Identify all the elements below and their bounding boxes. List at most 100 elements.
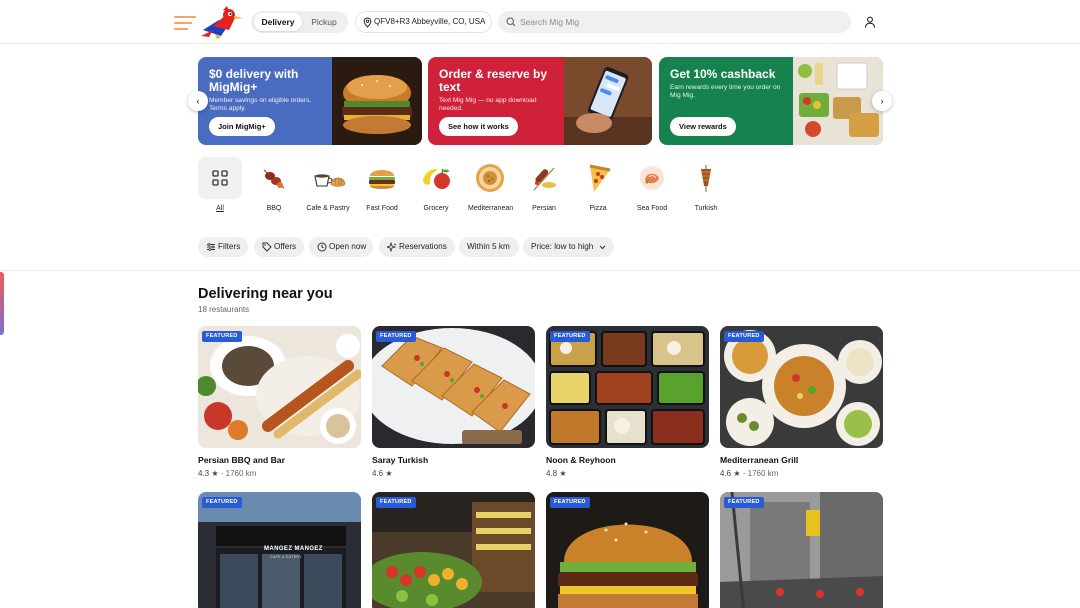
- section-divider: [0, 270, 1080, 271]
- category-bbq[interactable]: BBQ: [252, 157, 296, 213]
- mediterranean-icon: [476, 164, 504, 192]
- rating-value: 4.6: [372, 469, 384, 478]
- grocery-icon: [423, 168, 450, 189]
- featured-badge: FEATURED: [550, 497, 590, 508]
- carousel-next-button[interactable]: ›: [872, 91, 892, 111]
- open-now-chip[interactable]: Open now: [309, 237, 373, 257]
- category-mediterranean[interactable]: Mediterranean: [468, 157, 514, 213]
- restaurant-meta: 4.3 ★ · 1760 km: [198, 469, 257, 478]
- storefront-subsign: CAFE & EATERY: [270, 555, 302, 559]
- category-label: Sea Food: [636, 205, 668, 212]
- reservations-chip[interactable]: Reservations: [379, 237, 455, 257]
- search-icon: [506, 17, 516, 27]
- clock-icon: [317, 242, 327, 252]
- restaurant-name: Persian BBQ and Bar: [198, 455, 285, 465]
- restaurant-name: Saray Turkish: [372, 455, 429, 465]
- bbq-icon: [263, 169, 285, 189]
- cafe-icon: [314, 174, 346, 187]
- banner-text: Earn rewards every time you order on Mig…: [670, 84, 781, 99]
- category-label: Turkish: [694, 205, 718, 212]
- distance: 1760 km: [225, 469, 257, 478]
- user-account-icon[interactable]: [864, 16, 876, 28]
- restaurant-card[interactable]: FEATURED Saray Turkish 4.6 ★: [372, 326, 535, 478]
- chip-label: Reservations: [399, 242, 447, 251]
- banner-title: Get 10% cashback: [670, 67, 776, 81]
- category-pizza[interactable]: Pizza: [576, 157, 620, 213]
- restaurant-photo: [372, 492, 535, 608]
- restaurant-count: 18 restaurants: [198, 305, 250, 314]
- chip-label: Open now: [329, 242, 367, 251]
- star-icon: ★: [559, 469, 567, 478]
- banner-text: Member savings on eligible orders. Terms…: [209, 97, 312, 112]
- menu-icon[interactable]: [174, 16, 196, 30]
- delivery-tab[interactable]: Delivery: [254, 13, 302, 31]
- restaurant-card[interactable]: FEATURED: [546, 492, 709, 608]
- restaurant-card[interactable]: FEATURED Persian BBQ and Bar 4.3 ★ · 176…: [198, 326, 361, 478]
- woodpecker-logo[interactable]: [199, 6, 243, 40]
- chip-label: Price: low to high: [531, 242, 594, 251]
- kebab-icon: [533, 167, 556, 191]
- restaurant-meta: 4.8 ★: [546, 469, 709, 478]
- restaurant-photo: [546, 326, 709, 448]
- category-sea-food[interactable]: Sea Food: [630, 157, 674, 213]
- rating-value: 4.8: [546, 469, 558, 478]
- category-turkish[interactable]: Turkish: [684, 157, 728, 213]
- section-title: Delivering near you: [198, 286, 333, 302]
- category-persian[interactable]: Persian: [522, 157, 566, 213]
- restaurant-card[interactable]: FEATURED MANGEZ MANGEZ CAFE & EATERY: [198, 492, 361, 608]
- category-grocery[interactable]: Grocery: [414, 157, 458, 213]
- banner-migmig-plus[interactable]: $0 delivery with MigMig+ Member savings …: [198, 57, 422, 145]
- restaurant-photo: [720, 492, 883, 608]
- featured-badge: FEATURED: [724, 497, 764, 508]
- burger-photo: [332, 57, 422, 145]
- banner-title: $0 delivery with MigMig+: [209, 67, 299, 94]
- banner-cashback[interactable]: Get 10% cashback Earn rewards every time…: [659, 57, 883, 145]
- restaurant-card[interactable]: FEATURED: [720, 492, 883, 608]
- category-label: BBQ: [266, 205, 282, 212]
- filters-chip[interactable]: Filters: [198, 237, 248, 257]
- featured-badge: FEATURED: [376, 497, 416, 508]
- category-cafe-pastry[interactable]: Cafe & Pastry: [306, 157, 350, 213]
- chevron-right-icon: ›: [880, 96, 884, 106]
- search-input[interactable]: [520, 14, 840, 30]
- carousel-prev-button[interactable]: ‹: [188, 91, 208, 111]
- category-label: All: [216, 205, 224, 212]
- view-rewards-button[interactable]: View rewards: [670, 117, 736, 136]
- search-bar: [498, 11, 851, 33]
- pickup-tab[interactable]: Pickup: [303, 13, 345, 31]
- category-label: Fast Food: [366, 205, 398, 212]
- address-text: QFV8+R3 Abbeyville, CO, USA: [374, 17, 486, 26]
- restaurant-card[interactable]: FEATURED Mediterranean Grill 4.6 ★ · 176…: [720, 326, 883, 478]
- see-how-it-works-button[interactable]: See how it works: [439, 117, 518, 136]
- chevron-down-icon: [599, 245, 606, 250]
- price-sort-chip[interactable]: Price: low to high: [523, 237, 614, 257]
- filter-sliders-icon: [207, 243, 215, 251]
- banner-order-by-text[interactable]: Order & reserve by text Text Mig Mig — n…: [428, 57, 652, 145]
- distance: 1760 km: [747, 469, 779, 478]
- location-pin-icon: [363, 17, 372, 28]
- restaurant-card[interactable]: FEATURED: [372, 492, 535, 608]
- restaurant-name: Mediterranean Grill: [720, 455, 799, 465]
- restaurant-photo: [372, 326, 535, 448]
- featured-badge: FEATURED: [550, 331, 590, 342]
- offers-chip[interactable]: Offers: [254, 237, 304, 257]
- phone-in-hand-photo: [564, 57, 652, 145]
- sparkle-icon: [387, 242, 397, 252]
- featured-badge: FEATURED: [202, 331, 242, 342]
- featured-badge: FEATURED: [724, 331, 764, 342]
- rating-value: 4.3: [198, 469, 210, 478]
- groceries-photo: [793, 57, 883, 145]
- category-fast-food[interactable]: Fast Food: [360, 157, 404, 213]
- category-label: Mediterranean: [468, 205, 514, 212]
- seafood-icon: [640, 166, 664, 190]
- within-5km-chip[interactable]: Within 5 km: [459, 237, 519, 257]
- address-selector[interactable]: QFV8+R3 Abbeyville, CO, USA: [355, 11, 492, 33]
- side-feedback-tab[interactable]: [0, 272, 4, 335]
- top-header: Delivery Pickup QFV8+R3 Abbeyville, CO, …: [0, 0, 1080, 44]
- chevron-left-icon: ‹: [196, 96, 200, 106]
- restaurant-card[interactable]: FEATURED Noon & Reyhoon 4.8 ★: [546, 326, 709, 478]
- join-migmig-plus-button[interactable]: Join MigMig+: [209, 117, 275, 136]
- restaurant-photo: [546, 492, 709, 608]
- tag-icon: [262, 242, 272, 252]
- category-all[interactable]: All: [198, 157, 242, 213]
